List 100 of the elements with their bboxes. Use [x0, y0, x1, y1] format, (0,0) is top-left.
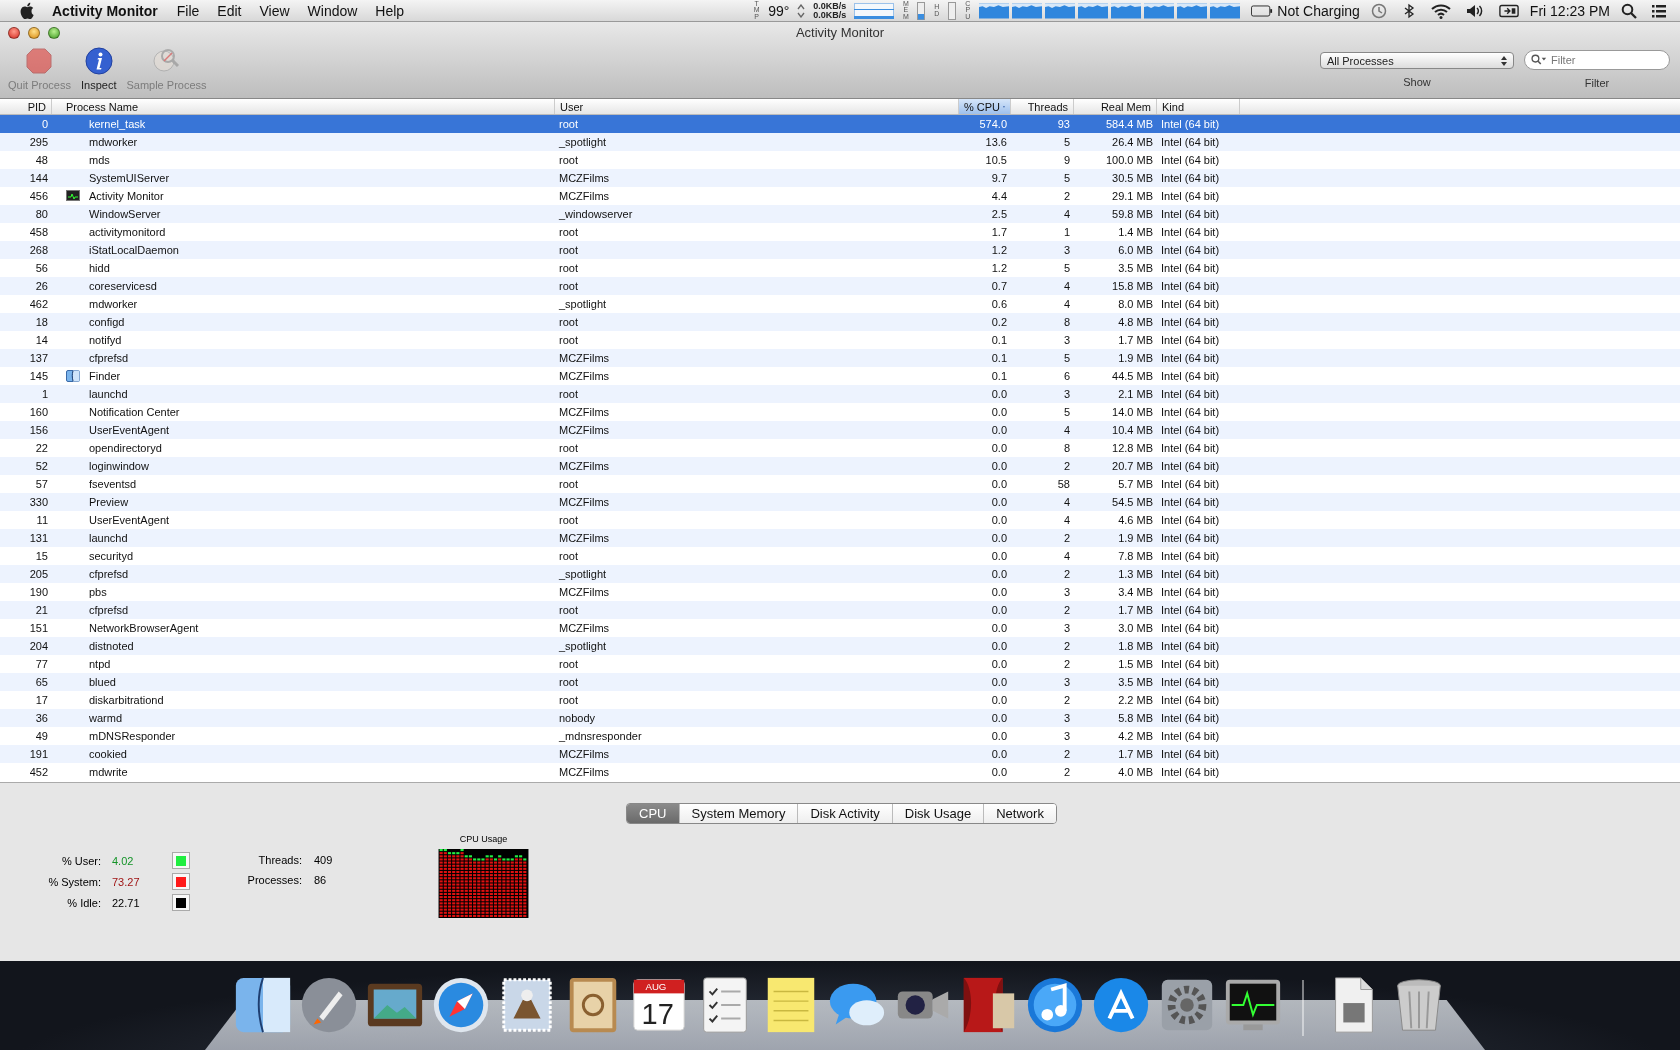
search-icon[interactable]: [1621, 2, 1637, 19]
process-row[interactable]: 144 SystemUIServer MCZFilms 9.7 5 30.5 MB Intel (64 bit): [0, 169, 1680, 187]
process-row[interactable]: 26 coreservicesd root 0.7 4 15.8 MB Intel (64 bit): [0, 277, 1680, 295]
menu-item[interactable]: Window: [307, 2, 358, 19]
tab[interactable]: Disk Usage: [892, 804, 985, 823]
filter-field[interactable]: Filter: [1524, 50, 1670, 70]
process-row[interactable]: 452 mdwrite MCZFilms 0.0 2 4.0 MB Intel (64 bit): [0, 763, 1680, 781]
tab[interactable]: System Memory: [679, 804, 799, 823]
window-title: Activity Monitor: [795, 24, 885, 40]
real-mem-cell-text: 1.9 MB: [1117, 532, 1154, 544]
menu-clock[interactable]: Fri 12:23 PM: [1529, 2, 1610, 19]
column-header[interactable]: PID: [0, 99, 52, 114]
minimize-button[interactable]: [28, 27, 40, 39]
user-cell-text: root: [558, 316, 579, 328]
process-row[interactable]: 191 cookied MCZFilms 0.0 2 1.7 MB Intel (64 bit): [0, 745, 1680, 763]
process-row[interactable]: 330 Preview MCZFilms 0.0 4 54.5 MB Intel (64 bit): [0, 493, 1680, 511]
column-header[interactable]: Process Name: [52, 99, 555, 114]
process-row[interactable]: 156 UserEventAgent MCZFilms 0.0 4 10.4 MB Intel (64 bit): [0, 421, 1680, 439]
user-cell-text: MCZFilms: [558, 460, 611, 472]
process-row[interactable]: 49 mDNSResponder _mdnsresponder 0.0 3 4.2 MB Intel (64 bit): [0, 727, 1680, 745]
cpu-cell-text: 0.0: [990, 748, 1008, 760]
temperature-reading[interactable]: 99°: [768, 2, 790, 19]
process-row[interactable]: 137 cfprefsd MCZFilms 0.1 5 1.9 MB Intel (64 bit): [0, 349, 1680, 367]
process-row[interactable]: 0 kernel_task root 574.0 93 584.4 MB Intel (64 bit): [0, 115, 1680, 133]
threads-cell-text: 3: [1062, 388, 1071, 400]
column-header[interactable]: Real Mem: [1074, 99, 1157, 114]
process-row[interactable]: 295 mdworker _spotlight 13.6 5 26.4 MB Intel (64 bit): [0, 133, 1680, 151]
process-row[interactable]: 57 fseventsd root 0.0 58 5.7 MB Intel (64 bit): [0, 475, 1680, 493]
process-row[interactable]: 80 WindowServer _windowserver 2.5 4 59.8 MB Intel (64 bit): [0, 205, 1680, 223]
process-row[interactable]: 52 loginwindow MCZFilms 0.0 2 20.7 MB Intel (64 bit): [0, 457, 1680, 475]
color-swatch[interactable]: [172, 852, 190, 869]
column-header[interactable]: % CPU: [959, 99, 1011, 114]
process-name-cell: ntpd: [89, 658, 111, 670]
cpu-graph-icon: [1078, 2, 1109, 19]
show-dropdown[interactable]: All Processes: [1320, 52, 1514, 69]
tab[interactable]: CPU: [627, 804, 680, 823]
user-cell-text: root: [558, 658, 579, 670]
process-row[interactable]: 56 hidd root 1.2 5 3.5 MB Intel (64 bit): [0, 259, 1680, 277]
list-icon[interactable]: [1651, 2, 1667, 19]
apple-icon[interactable]: [20, 2, 34, 19]
process-name-cell: fseventsd: [89, 478, 137, 490]
threads-cell-text: 4: [1062, 514, 1071, 526]
process-row[interactable]: 204 distnoted _spotlight 0.0 2 1.8 MB Intel (64 bit): [0, 637, 1680, 655]
zoom-button[interactable]: [48, 27, 60, 39]
process-row[interactable]: 36 warmd nobody 0.0 3 5.8 MB Intel (64 bit): [0, 709, 1680, 727]
pid-cell-text: 49: [34, 730, 49, 742]
process-row[interactable]: 14 notifyd root 0.1 3 1.7 MB Intel (64 bit): [0, 331, 1680, 349]
process-row[interactable]: 1 launchd root 0.0 3 2.1 MB Intel (64 bit): [0, 385, 1680, 403]
process-row[interactable]: 268 iStatLocalDaemon root 1.2 3 6.0 MB Intel (64 bit): [0, 241, 1680, 259]
process-row[interactable]: 22 opendirectoryd root 0.0 8 12.8 MB Intel (64 bit): [0, 439, 1680, 457]
user-cell-text: root: [558, 262, 579, 274]
process-row[interactable]: 205 cfprefsd _spotlight 0.0 2 1.3 MB Intel (64 bit): [0, 565, 1680, 583]
real-mem-cell-text: 3.5 MB: [1117, 262, 1154, 274]
display-icon[interactable]: [1498, 2, 1519, 19]
process-row[interactable]: 65 blued root 0.0 3 3.5 MB Intel (64 bit): [0, 673, 1680, 691]
close-button[interactable]: [8, 27, 20, 39]
process-name-cell: mds: [89, 154, 110, 166]
menu-item[interactable]: Edit: [217, 2, 242, 19]
process-row[interactable]: 15 securityd root 0.0 4 7.8 MB Intel (64 bit): [0, 547, 1680, 565]
process-row[interactable]: 190 pbs MCZFilms 0.0 3 3.4 MB Intel (64 bit): [0, 583, 1680, 601]
inspect-button[interactable]: Inspect: [78, 46, 119, 98]
process-row[interactable]: 77 ntpd root 0.0 2 1.5 MB Intel (64 bit): [0, 655, 1680, 673]
kind-cell-text: Intel (64 bit): [1160, 712, 1221, 724]
battery-icon[interactable]: [1251, 4, 1274, 17]
menu-item[interactable]: Help: [375, 2, 405, 19]
threads-cell-text: 4: [1062, 208, 1071, 220]
process-row[interactable]: 11 UserEventAgent root 0.0 4 4.6 MB Intel (64 bit): [0, 511, 1680, 529]
menu-item[interactable]: File: [176, 2, 200, 19]
color-swatch[interactable]: [172, 894, 190, 911]
volume-icon[interactable]: [1464, 2, 1485, 19]
column-header[interactable]: Kind: [1157, 99, 1240, 114]
user-cell-text: _spotlight: [558, 298, 608, 310]
kind-cell-text: Intel (64 bit): [1160, 640, 1221, 652]
process-row[interactable]: 456 Activity Monitor MCZFilms 4.4 2 29.1 MB Intel (64 bit): [0, 187, 1680, 205]
process-row[interactable]: 131 launchd MCZFilms 0.0 2 1.9 MB Intel (64 bit): [0, 529, 1680, 547]
process-row[interactable]: 48 mds root 10.5 9 100.0 MB Intel (64 bit): [0, 151, 1680, 169]
app-menu[interactable]: Activity Monitor: [52, 2, 158, 19]
search-icon: [1531, 54, 1547, 65]
column-header[interactable]: Threads: [1011, 99, 1074, 114]
user-cell-text: MCZFilms: [558, 190, 611, 202]
process-row[interactable]: 21 cfprefsd root 0.0 2 1.7 MB Intel (64 bit): [0, 601, 1680, 619]
process-name-cell: mdworker: [89, 298, 138, 310]
process-row[interactable]: 18 configd root 0.2 8 4.8 MB Intel (64 bit): [0, 313, 1680, 331]
tab[interactable]: Network: [984, 804, 1056, 823]
battery-status[interactable]: Not Charging: [1277, 2, 1360, 19]
process-row[interactable]: 462 mdworker _spotlight 0.6 4 8.0 MB Intel (64 bit): [0, 295, 1680, 313]
process-row[interactable]: 458 activitymonitord root 1.7 1 1.4 MB Intel (64 bit): [0, 223, 1680, 241]
process-row[interactable]: 151 NetworkBrowserAgent MCZFilms 0.0 3 3.0 MB Intel (64 bit): [0, 619, 1680, 637]
tab[interactable]: Disk Activity: [798, 804, 893, 823]
process-row[interactable]: 145 Finder MCZFilms 0.1 6 44.5 MB Intel (64 bit): [0, 367, 1680, 385]
threads-cell-text: 4: [1062, 280, 1071, 292]
threads-cell-text: 5: [1062, 262, 1071, 274]
process-name-cell: UserEventAgent: [89, 424, 170, 436]
menu-item[interactable]: View: [259, 2, 290, 19]
process-row[interactable]: 160 Notification Center MCZFilms 0.0 5 14.0 MB Intel (64 bit): [0, 403, 1680, 421]
wifi-icon[interactable]: [1430, 2, 1451, 19]
process-row[interactable]: 17 diskarbitrationd root 0.0 2 2.2 MB Intel (64 bit): [0, 691, 1680, 709]
pid-cell-text: 205: [28, 568, 49, 580]
clock-history-icon[interactable]: [1370, 2, 1387, 19]
color-swatch[interactable]: [172, 873, 190, 890]
